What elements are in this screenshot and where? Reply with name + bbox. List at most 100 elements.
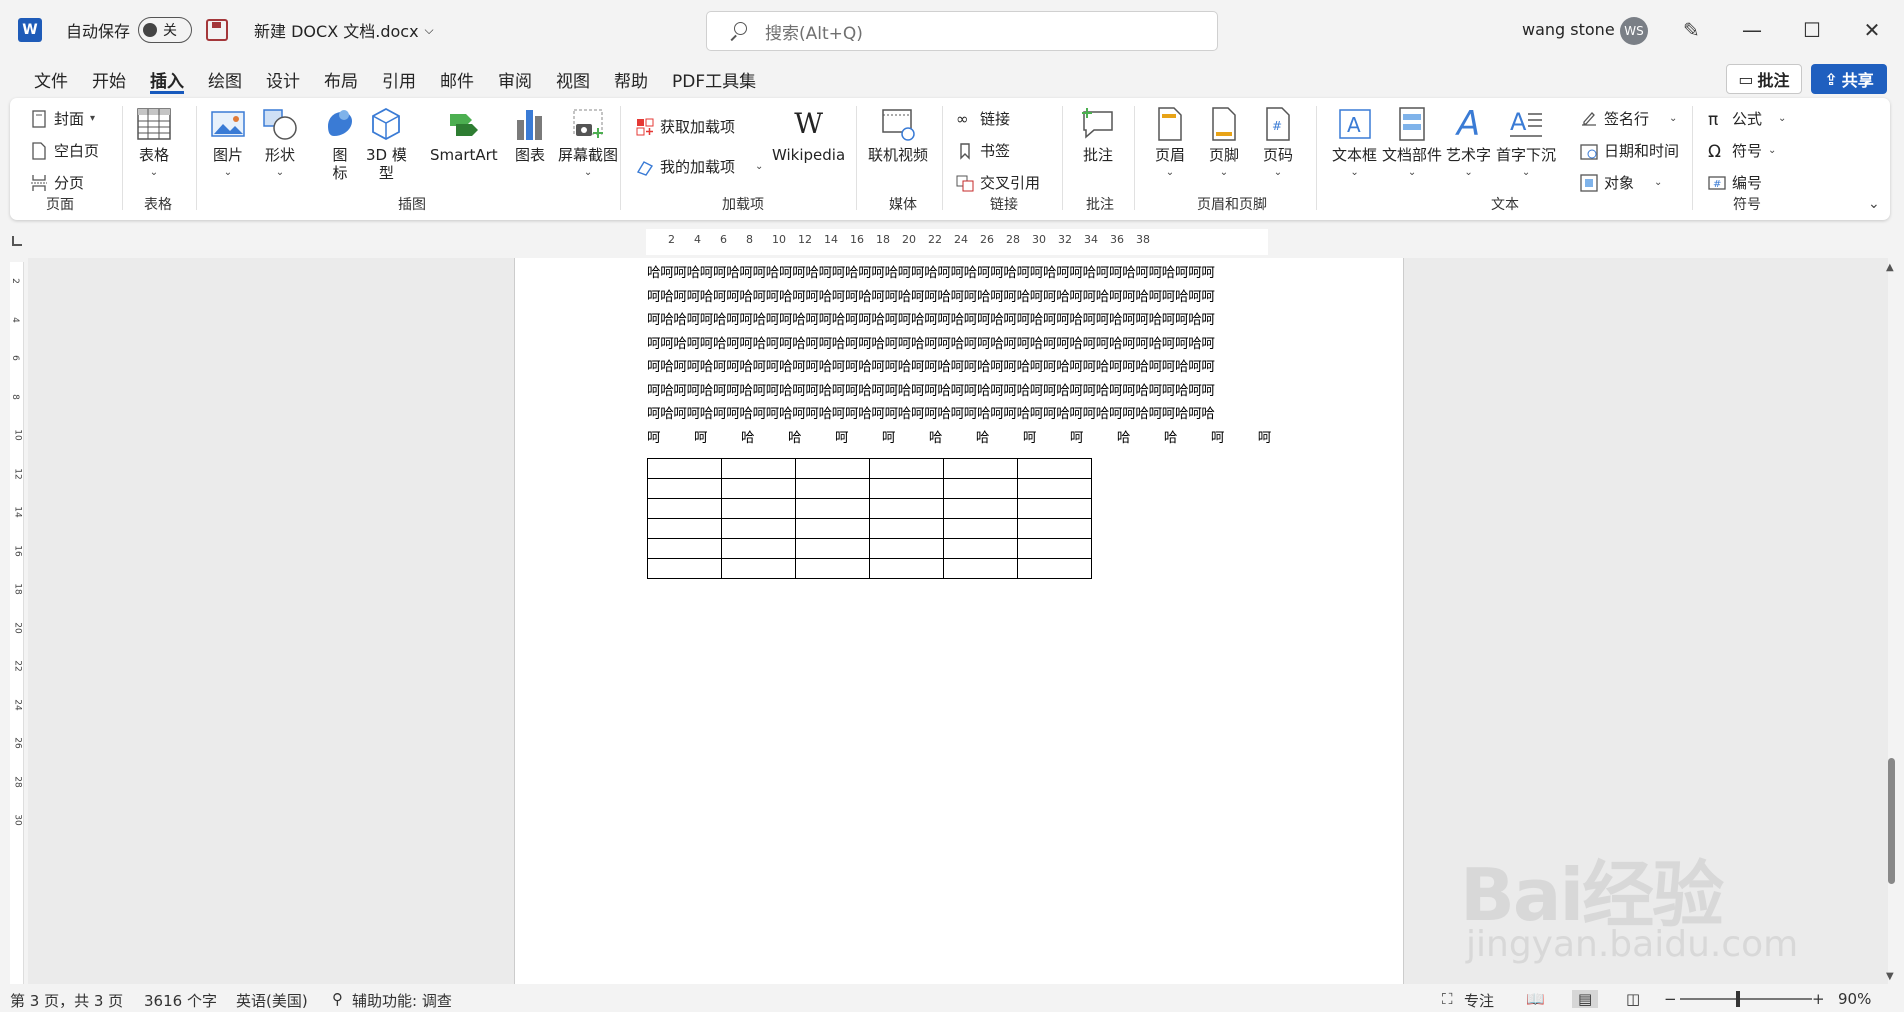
minimize-button[interactable]: — bbox=[1732, 14, 1772, 46]
zoom-slider[interactable] bbox=[1680, 998, 1812, 1000]
table-cell[interactable] bbox=[647, 558, 722, 579]
accessibility-status[interactable]: 辅助功能: 调查 bbox=[352, 990, 452, 1011]
ribbon-collapse-icon[interactable]: ⌄ bbox=[1868, 196, 1880, 212]
get-addins-button[interactable]: 获取加载项 bbox=[636, 116, 735, 137]
wikipedia-button[interactable]: W Wikipedia bbox=[772, 106, 845, 165]
header-button[interactable]: 页眉 ⌄ bbox=[1152, 106, 1188, 182]
table-cell[interactable] bbox=[1017, 498, 1092, 519]
vertical-ruler[interactable]: 2 4 6 8 10 12 14 16 18 20 22 24 26 28 30 bbox=[10, 262, 24, 984]
table-cell[interactable] bbox=[943, 518, 1018, 539]
cover-page-button[interactable]: 封面 ▾ bbox=[30, 108, 95, 129]
search-box[interactable]: 搜索(Alt+Q) bbox=[706, 11, 1218, 51]
blank-page-button[interactable]: 空白页 bbox=[30, 140, 99, 161]
pictures-button[interactable]: 图片 ⌄ bbox=[210, 106, 246, 182]
drop-cap-button[interactable]: A 首字下沉 ⌄ bbox=[1496, 106, 1556, 182]
table-cell[interactable] bbox=[943, 538, 1018, 559]
scroll-down-icon[interactable]: ▼ bbox=[1886, 971, 1894, 982]
table-cell[interactable] bbox=[869, 538, 944, 559]
bookmark-button[interactable]: 书签 bbox=[956, 140, 1010, 161]
table-cell[interactable] bbox=[721, 518, 796, 539]
word-count[interactable]: 3616 个字 bbox=[144, 990, 217, 1011]
new-comment-button[interactable]: 批注 bbox=[1080, 106, 1116, 164]
tab-draw[interactable]: 绘图 bbox=[196, 62, 254, 96]
chart-button[interactable]: 图表 bbox=[512, 106, 548, 164]
table-cell[interactable] bbox=[869, 478, 944, 499]
table-cell[interactable] bbox=[869, 518, 944, 539]
table-cell[interactable] bbox=[1017, 518, 1092, 539]
page-break-button[interactable]: 分页 bbox=[30, 172, 84, 193]
table-cell[interactable] bbox=[721, 558, 796, 579]
tab-insert[interactable]: 插入 bbox=[138, 62, 196, 96]
table-row[interactable] bbox=[647, 458, 1092, 479]
number-button[interactable]: # 编号 bbox=[1708, 172, 1762, 193]
smartart-button[interactable]: SmartArt bbox=[430, 106, 498, 164]
shapes-button[interactable]: 形状 ⌄ bbox=[262, 106, 298, 182]
designer-pen-icon[interactable]: ✎ bbox=[1683, 18, 1700, 42]
footer-button[interactable]: 页脚 ⌄ bbox=[1206, 106, 1242, 182]
zoom-out-icon[interactable]: − bbox=[1664, 990, 1677, 1008]
icons-button[interactable]: 图 标 bbox=[322, 106, 358, 182]
user-name[interactable]: wang stone bbox=[1522, 20, 1615, 39]
date-time-button[interactable]: 日期和时间 bbox=[1580, 140, 1679, 161]
table-cell[interactable] bbox=[721, 538, 796, 559]
table-cell[interactable] bbox=[1017, 478, 1092, 499]
equation-button[interactable]: π 公式 ⌄ bbox=[1708, 108, 1786, 130]
table-cell[interactable] bbox=[869, 458, 944, 479]
table-cell[interactable] bbox=[1017, 538, 1092, 559]
table-cell[interactable] bbox=[721, 478, 796, 499]
table-cell[interactable] bbox=[795, 478, 870, 499]
tab-design[interactable]: 设计 bbox=[254, 62, 312, 96]
table-cell[interactable] bbox=[721, 498, 796, 519]
document-title[interactable]: 新建 DOCX 文档.docx ⌵ bbox=[254, 18, 434, 42]
cross-reference-button[interactable]: 交叉引用 bbox=[956, 172, 1040, 193]
close-button[interactable]: ✕ bbox=[1852, 14, 1892, 46]
my-addins-button[interactable]: 我的加载项 ⌄ bbox=[636, 156, 763, 177]
table-row[interactable] bbox=[647, 498, 1092, 519]
save-icon[interactable] bbox=[206, 19, 229, 41]
screenshot-button[interactable]: 屏幕截图 ⌄ bbox=[558, 106, 618, 182]
object-button[interactable]: 对象 ⌄ bbox=[1580, 172, 1662, 193]
scrollbar-thumb[interactable] bbox=[1888, 758, 1895, 884]
table-cell[interactable] bbox=[795, 558, 870, 579]
table-cell[interactable] bbox=[721, 458, 796, 479]
tab-help[interactable]: 帮助 bbox=[602, 62, 660, 96]
table-cell[interactable] bbox=[647, 478, 722, 499]
zoom-slider-thumb[interactable] bbox=[1736, 991, 1740, 1007]
table-cell[interactable] bbox=[943, 478, 1018, 499]
3d-models-button[interactable]: 3D 模 型 bbox=[366, 106, 407, 182]
page-number-button[interactable]: # 页码 ⌄ bbox=[1260, 106, 1296, 182]
focus-mode[interactable]: 专注 bbox=[1464, 990, 1494, 1011]
table-row[interactable] bbox=[647, 538, 1092, 559]
read-mode-icon[interactable]: 📖 bbox=[1526, 990, 1545, 1008]
scroll-up-icon[interactable]: ▲ bbox=[1886, 262, 1894, 273]
print-layout-icon[interactable]: ▤ bbox=[1572, 990, 1599, 1008]
document-text[interactable]: 哈呵呵哈呵呵哈呵呵哈呵呵哈呵呵哈呵呵哈呵呵哈呵呵哈呵呵哈呵呵哈呵呵哈呵呵哈呵呵哈… bbox=[647, 262, 1271, 450]
table-cell[interactable] bbox=[943, 558, 1018, 579]
table-cell[interactable] bbox=[647, 458, 722, 479]
language[interactable]: 英语(美国) bbox=[236, 990, 308, 1011]
table-cell[interactable] bbox=[647, 498, 722, 519]
tab-file[interactable]: 文件 bbox=[22, 62, 80, 96]
tab-view[interactable]: 视图 bbox=[544, 62, 602, 96]
tab-home[interactable]: 开始 bbox=[80, 62, 138, 96]
quick-parts-button[interactable]: 文档部件 ⌄ bbox=[1382, 106, 1442, 182]
table-cell[interactable] bbox=[795, 538, 870, 559]
document-table[interactable] bbox=[647, 458, 1092, 579]
table-cell[interactable] bbox=[795, 518, 870, 539]
comments-button[interactable]: ▭ 批注 bbox=[1726, 64, 1802, 94]
wordart-button[interactable]: A 艺术字 ⌄ bbox=[1446, 106, 1491, 182]
vertical-scrollbar[interactable]: ▲ ▼ bbox=[1884, 262, 1898, 984]
online-video-button[interactable]: 联机视频 bbox=[868, 106, 928, 164]
page-count[interactable]: 第 3 页，共 3 页 bbox=[10, 990, 123, 1011]
zoom-in-icon[interactable]: + bbox=[1812, 990, 1825, 1008]
table-cell[interactable] bbox=[647, 538, 722, 559]
tab-selector[interactable] bbox=[12, 236, 22, 246]
web-layout-icon[interactable]: ◫ bbox=[1626, 990, 1640, 1008]
table-cell[interactable] bbox=[1017, 458, 1092, 479]
tab-layout[interactable]: 布局 bbox=[312, 62, 370, 96]
text-box-button[interactable]: A 文本框 ⌄ bbox=[1332, 106, 1377, 182]
table-row[interactable] bbox=[647, 558, 1092, 579]
table-cell[interactable] bbox=[647, 518, 722, 539]
tab-pdf-tools[interactable]: PDF工具集 bbox=[660, 62, 768, 96]
autosave-toggle[interactable]: 关 bbox=[138, 17, 193, 43]
